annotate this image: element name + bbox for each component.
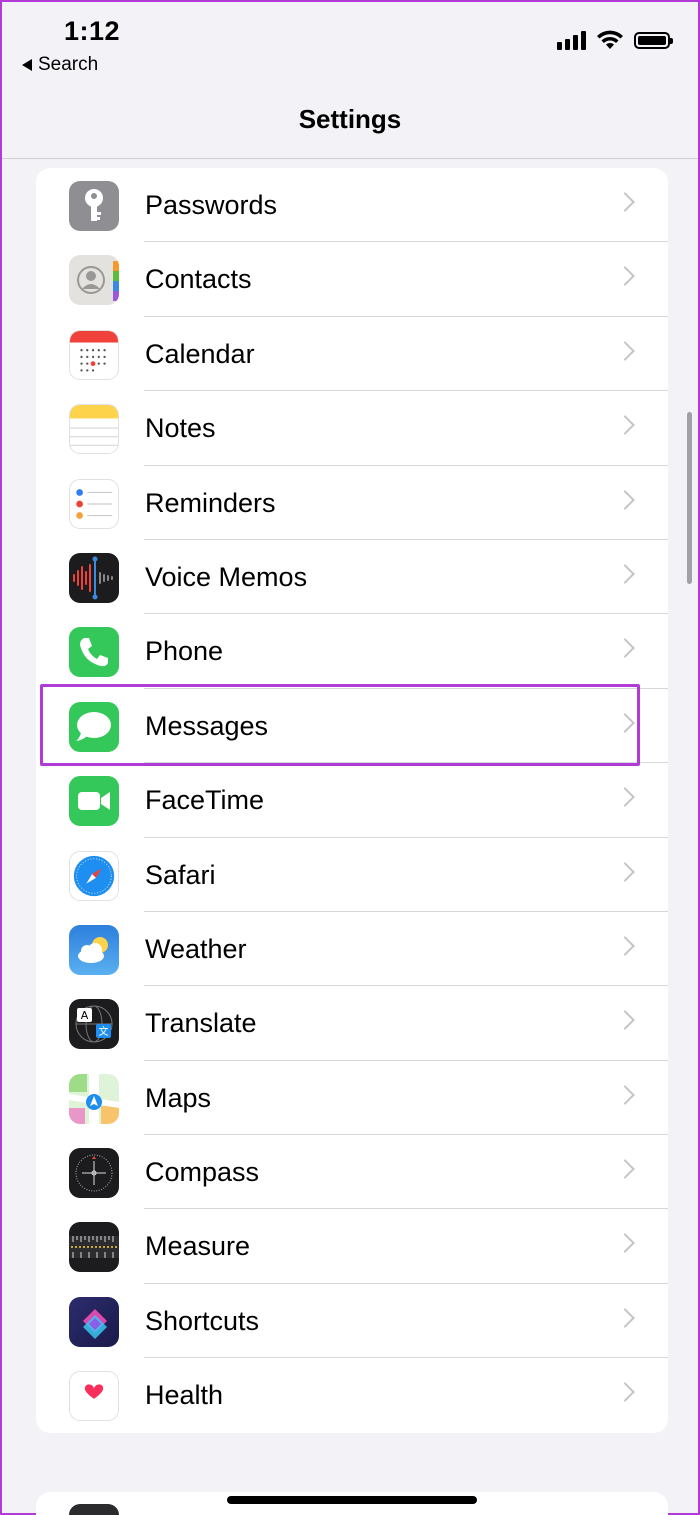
settings-item-label: Phone [145,636,224,667]
reminders-icon [69,478,119,529]
contacts-icon [69,255,119,306]
settings-item-reminders[interactable]: Reminders [36,466,668,540]
settings-item-label: Maps [145,1082,212,1113]
back-to-search-button[interactable]: Search [22,54,98,76]
facetime-icon [69,776,119,827]
shortcuts-icon [69,1296,119,1347]
chevron-right-icon [615,1010,635,1031]
chevron-right-icon [615,1233,635,1254]
safari-icon [69,850,119,901]
scroll-indicator[interactable] [687,412,692,584]
maps-icon [69,1073,119,1124]
settings-item-calendar[interactable]: Calendar [36,317,668,392]
back-arrow-icon [22,59,32,71]
wifi-icon [597,30,623,49]
page-title: Settings [298,104,402,134]
settings-item-label: FaceTime [145,785,265,816]
calendar-icon [69,329,119,380]
app-icon [69,1504,119,1515]
voice-memos-icon [69,552,119,603]
settings-item-messages[interactable]: Messages [36,689,668,764]
notes-icon [69,404,119,455]
settings-item-translate[interactable]: A 文 Translate [36,986,668,1061]
chevron-right-icon [615,1159,635,1179]
compass-icon [69,1148,119,1199]
settings-item-label: Passwords [145,190,278,220]
settings-item-label: Weather [145,933,247,964]
settings-item-label: Health [145,1380,224,1411]
settings-group-apps: Passwords Contacts Calendar Notes Remind… [36,168,668,1433]
settings-item-label: Measure [145,1231,251,1262]
measure-icon [69,1222,119,1273]
settings-item-measure[interactable]: Measure [36,1209,668,1284]
key-icon [69,181,119,231]
svg-text:A: A [81,1009,89,1022]
chevron-right-icon [615,266,635,287]
settings-item-phone[interactable]: Phone [36,614,668,689]
chevron-right-icon [615,712,635,733]
chevron-right-icon [615,936,635,956]
chevron-right-icon [615,192,635,212]
weather-icon [69,924,119,975]
chevron-right-icon [615,1084,635,1105]
settings-item-facetime[interactable]: FaceTime [36,763,668,838]
translate-icon: A 文 [69,999,119,1050]
chevron-right-icon [615,1307,635,1328]
settings-item-label: Voice Memos [145,561,308,592]
settings-item-compass[interactable]: Compass [36,1135,668,1210]
chevron-right-icon [615,861,635,882]
settings-item-label: Notes [145,413,216,444]
settings-item-maps[interactable]: Maps [36,1061,668,1136]
settings-item-health[interactable]: Health [36,1358,668,1432]
battery-icon [634,31,673,49]
settings-item-label: Safari [145,859,216,890]
settings-item-label: Reminders [145,487,276,518]
settings-item-safari[interactable]: Safari [36,838,668,912]
chevron-right-icon [615,340,635,361]
signal-icon [557,30,586,50]
settings-item-passwords[interactable]: Passwords [36,168,668,243]
chevron-right-icon [615,638,635,659]
settings-item-label: Messages [145,710,269,741]
phone-icon [69,627,119,678]
nav-bar: Settings [2,92,698,159]
settings-item-shortcuts[interactable]: Shortcuts [36,1284,668,1359]
back-label: Search [38,54,99,75]
chevron-right-icon [615,564,635,584]
health-icon [69,1371,119,1422]
settings-item-notes[interactable]: Notes [36,391,668,466]
chevron-right-icon [615,1382,635,1403]
status-time: 1:12 [64,16,121,46]
svg-text:文: 文 [99,1025,109,1038]
settings-item-label: Compass [145,1157,260,1188]
settings-item-label: Calendar [145,338,255,369]
settings-item-label: Translate [145,1008,257,1039]
chevron-right-icon [615,787,635,808]
settings-item-weather[interactable]: Weather [36,912,668,987]
home-indicator[interactable] [227,1496,477,1504]
settings-item-label: Shortcuts [145,1305,260,1336]
settings-item-label: Contacts [145,264,252,295]
status-bar: 1:12 Search [2,2,698,92]
chevron-right-icon [615,415,635,436]
settings-item-voice-memos[interactable]: Voice Memos [36,540,668,615]
chevron-right-icon [615,489,635,510]
messages-icon [69,701,119,752]
settings-item-contacts[interactable]: Contacts [36,242,668,317]
status-icons [557,30,673,50]
